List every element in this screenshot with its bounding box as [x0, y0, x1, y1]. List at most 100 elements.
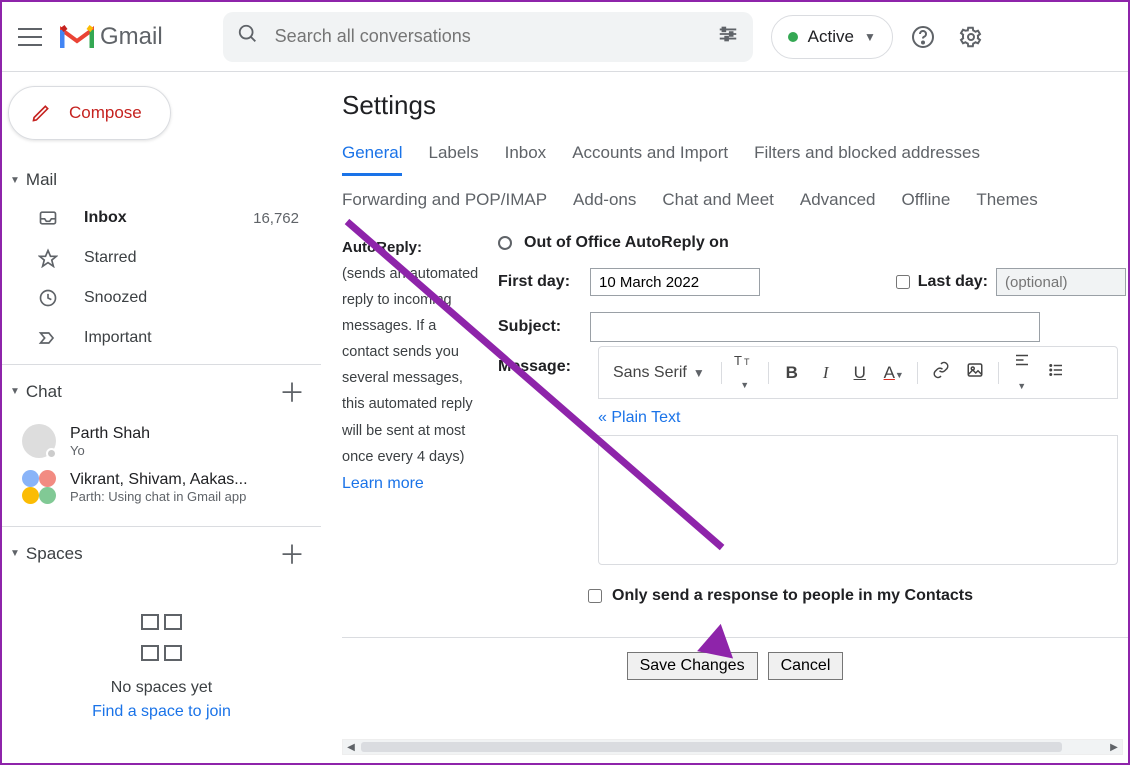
- settings-tabs-primary: General Labels Inbox Accounts and Import…: [342, 143, 1128, 176]
- settings-gear-icon[interactable]: [953, 19, 989, 55]
- spaces-section-header[interactable]: ▼ Spaces ＋: [2, 527, 321, 580]
- clock-icon: [38, 288, 64, 308]
- star-icon: [38, 248, 64, 268]
- new-space-button[interactable]: ＋: [279, 535, 305, 572]
- search-icon: [237, 23, 259, 50]
- link-icon[interactable]: [930, 361, 952, 384]
- image-icon[interactable]: [964, 361, 986, 384]
- settings-tabs-secondary: Forwarding and POP/IMAP Add-ons Chat and…: [342, 190, 1128, 210]
- inbox-icon: [38, 208, 64, 228]
- tab-general[interactable]: General: [342, 143, 402, 176]
- underline-icon[interactable]: U: [849, 363, 871, 383]
- tab-accounts[interactable]: Accounts and Import: [572, 143, 728, 176]
- font-selector[interactable]: Sans Serif ▼: [609, 362, 709, 384]
- tab-advanced[interactable]: Advanced: [800, 190, 876, 210]
- mail-section-header[interactable]: ▼ Mail: [2, 162, 321, 198]
- group-avatar: [22, 470, 56, 504]
- avatar: [22, 424, 56, 458]
- last-day-input[interactable]: [996, 268, 1126, 296]
- chat-section-header[interactable]: ▼ Chat ＋: [2, 365, 321, 418]
- plain-text-link[interactable]: « Plain Text: [598, 409, 1126, 427]
- product-name: Gmail: [100, 23, 163, 51]
- compose-button[interactable]: Compose: [8, 86, 171, 140]
- chat-preview: Parth: Using chat in Gmail app: [70, 489, 248, 504]
- only-contacts-checkbox[interactable]: [588, 589, 602, 603]
- spaces-section-title: Spaces: [26, 544, 83, 564]
- learn-more-link[interactable]: Learn more: [342, 470, 482, 499]
- tab-addons[interactable]: Add-ons: [573, 190, 636, 210]
- first-day-input[interactable]: [590, 268, 760, 296]
- editor-toolbar: Sans Serif ▼ TT ▼ B I U A▼: [598, 346, 1118, 399]
- last-day-checkbox[interactable]: [896, 275, 910, 289]
- new-chat-button[interactable]: ＋: [279, 373, 305, 410]
- subject-input[interactable]: [590, 312, 1040, 342]
- caret-down-icon: ▼: [864, 30, 876, 44]
- tab-filters[interactable]: Filters and blocked addresses: [754, 143, 980, 176]
- scroll-left-icon[interactable]: ◀: [343, 740, 359, 754]
- caret-down-icon: ▼: [10, 386, 20, 397]
- nav-important[interactable]: Important: [2, 318, 321, 358]
- autoreply-description: (sends an automated reply to incoming me…: [342, 261, 482, 470]
- chat-name: Parth Shah: [70, 425, 150, 443]
- chat-preview: Yo: [70, 443, 150, 458]
- nav-starred[interactable]: Starred: [2, 238, 321, 278]
- inbox-count: 16,762: [253, 210, 299, 227]
- tab-forwarding[interactable]: Forwarding and POP/IMAP: [342, 190, 547, 210]
- compose-label: Compose: [69, 103, 142, 123]
- align-icon[interactable]: ▼: [1011, 351, 1033, 394]
- list-icon[interactable]: [1045, 361, 1067, 384]
- spaces-empty-state: No spaces yet Find a space to join: [2, 580, 321, 721]
- tab-chat-meet[interactable]: Chat and Meet: [662, 190, 774, 210]
- save-changes-button[interactable]: Save Changes: [627, 652, 758, 680]
- autoreply-on-label: Out of Office AutoReply on: [524, 234, 729, 252]
- subject-label: Subject:: [498, 318, 578, 336]
- caret-down-icon: ▼: [10, 175, 20, 186]
- autoreply-on-radio[interactable]: [498, 236, 512, 250]
- status-dot-icon: [788, 32, 798, 42]
- search-options-icon[interactable]: [717, 23, 739, 50]
- autoreply-title: AutoReply:: [342, 234, 482, 261]
- spaces-empty-label: No spaces yet: [2, 679, 321, 697]
- gmail-logo[interactable]: Gmail: [60, 23, 163, 51]
- nav-label: Snoozed: [84, 289, 299, 307]
- caret-down-icon: ▼: [10, 548, 20, 559]
- page-title: Settings: [342, 90, 1128, 121]
- spaces-grid-icon: [141, 645, 182, 661]
- scroll-right-icon[interactable]: ▶: [1106, 740, 1122, 754]
- chat-section-title: Chat: [26, 382, 62, 402]
- tab-themes[interactable]: Themes: [976, 190, 1037, 210]
- text-color-icon[interactable]: A▼: [883, 363, 905, 383]
- bold-icon[interactable]: B: [781, 363, 803, 383]
- font-name: Sans Serif: [613, 364, 687, 382]
- font-size-icon[interactable]: TT ▼: [734, 352, 756, 393]
- search-bar[interactable]: [223, 12, 753, 62]
- tab-inbox[interactable]: Inbox: [505, 143, 547, 176]
- nav-snoozed[interactable]: Snoozed: [2, 278, 321, 318]
- svg-text:T: T: [744, 357, 750, 367]
- last-day-label: Last day:: [918, 273, 988, 291]
- message-label: Message:: [498, 358, 578, 376]
- caret-down-icon: ▼: [693, 366, 705, 380]
- svg-text:T: T: [734, 353, 742, 368]
- caret-down-icon: ▼: [740, 380, 749, 390]
- message-editor[interactable]: [598, 435, 1118, 565]
- scrollbar-thumb[interactable]: [361, 742, 1062, 752]
- status-selector[interactable]: Active ▼: [771, 15, 893, 59]
- important-icon: [38, 328, 64, 348]
- tab-offline[interactable]: Offline: [902, 190, 951, 210]
- tab-labels[interactable]: Labels: [428, 143, 478, 176]
- chat-item[interactable]: Parth Shah Yo: [2, 418, 321, 464]
- pencil-icon: [31, 103, 51, 123]
- cancel-button[interactable]: Cancel: [768, 652, 844, 680]
- help-icon[interactable]: [905, 19, 941, 55]
- nav-inbox[interactable]: Inbox 16,762: [2, 198, 321, 238]
- only-contacts-label: Only send a response to people in my Con…: [612, 587, 973, 605]
- italic-icon[interactable]: I: [815, 363, 837, 383]
- search-input[interactable]: [275, 26, 707, 47]
- main-menu-icon[interactable]: [18, 25, 42, 49]
- horizontal-scrollbar[interactable]: ◀ ▶: [342, 739, 1123, 755]
- nav-label: Important: [84, 329, 299, 347]
- chat-name: Vikrant, Shivam, Aakas...: [70, 471, 248, 489]
- chat-item[interactable]: Vikrant, Shivam, Aakas... Parth: Using c…: [2, 464, 321, 510]
- find-space-link[interactable]: Find a space to join: [2, 703, 321, 721]
